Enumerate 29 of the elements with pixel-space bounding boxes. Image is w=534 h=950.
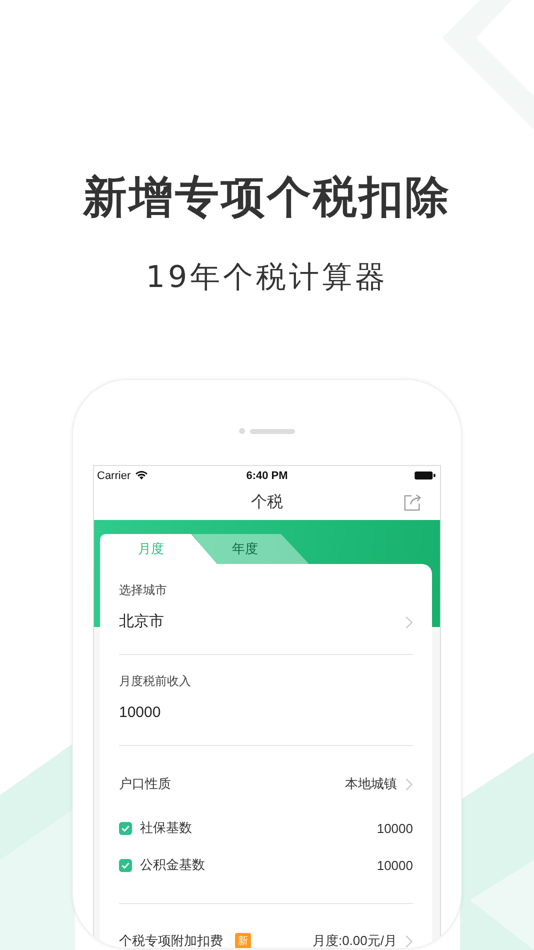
- tab[interactable]: 年度: [192, 534, 309, 564]
- share-icon[interactable]: [403, 493, 422, 512]
- checkbox[interactable]: [119, 858, 132, 872]
- chevron-icon: [405, 616, 413, 628]
- new-badge: 新: [235, 933, 251, 948]
- checkbox[interactable]: [119, 822, 132, 834]
- row-value: 10000: [376, 820, 413, 836]
- wifi-icon: [134, 471, 148, 480]
- chevron-icon: [405, 934, 413, 948]
- status-time: 6:40 PM: [246, 470, 288, 482]
- headline: 新增专项个税扣除: [83, 171, 451, 225]
- select-value[interactable]: 本地城镇: [345, 775, 397, 793]
- battery-icon: [414, 471, 436, 480]
- nav-title: 个税: [251, 492, 283, 513]
- row-label: 社保基数: [140, 819, 192, 837]
- field-label: 选择城市: [119, 583, 168, 597]
- carrier-label: Carrier: [97, 470, 131, 482]
- chevron-icon: [405, 778, 413, 790]
- camera-icon: [239, 428, 245, 434]
- subtitle: 19年个税计算器: [146, 260, 388, 296]
- row-value: 10000: [376, 858, 413, 872]
- row-label: 个税专项附加扣费: [119, 932, 223, 948]
- input-field[interactable]: 北京市: [119, 612, 164, 632]
- select-value[interactable]: 月度:0.00元/月: [312, 932, 397, 948]
- speaker-icon: [250, 428, 295, 434]
- field-label: 月度税前收入: [119, 674, 192, 688]
- row-label: 公积金基数: [140, 856, 205, 874]
- input-field[interactable]: 10000: [119, 703, 161, 723]
- row-label: 户口性质: [119, 775, 171, 793]
